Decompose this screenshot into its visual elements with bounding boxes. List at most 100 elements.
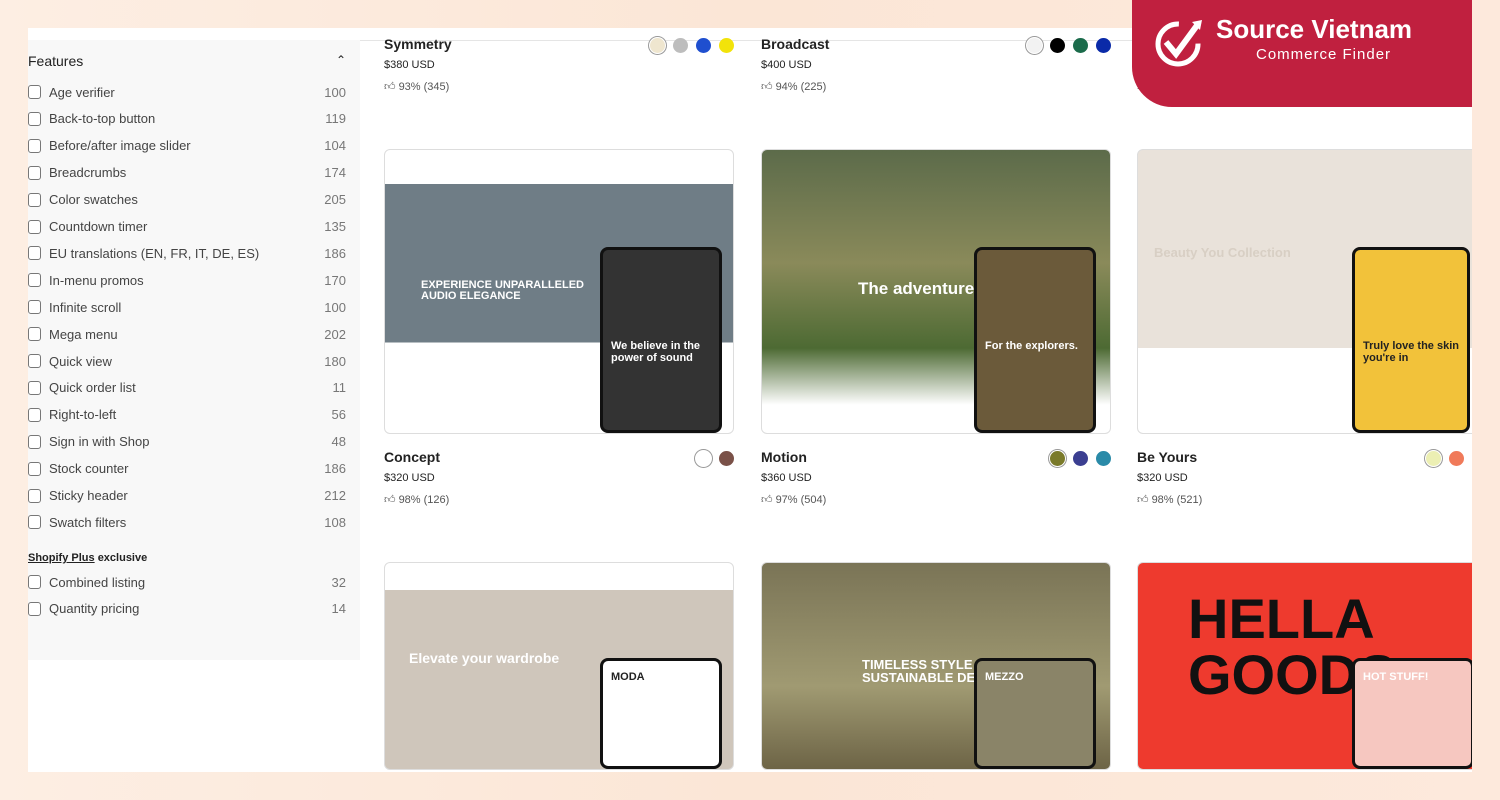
filter-option[interactable]: Sign in with Shop 48 — [28, 432, 346, 452]
filter-option[interactable]: Age verifier 100 — [28, 82, 346, 102]
checkbox[interactable] — [28, 434, 41, 449]
color-swatch[interactable] — [1096, 451, 1111, 466]
features-filter-header[interactable]: Features ⌃ — [28, 53, 348, 69]
plus-suffix: exclusive — [97, 552, 148, 564]
checkbox[interactable] — [28, 380, 41, 395]
theme-name[interactable]: Broadcast — [761, 36, 829, 52]
checkbox[interactable] — [28, 354, 41, 368]
filter-option[interactable]: Quick order list 11 — [28, 378, 346, 398]
filter-label: Right-to-left — [49, 407, 117, 423]
rating-text: 93% (345) — [398, 81, 450, 93]
theme-name[interactable]: Motion — [761, 449, 807, 465]
filter-count: 48 — [331, 434, 346, 450]
theme-preview[interactable]: The adventure For the explorers. — [761, 149, 1111, 434]
checkbox[interactable] — [28, 192, 41, 207]
checkbox[interactable] — [28, 515, 41, 530]
theme-name[interactable]: Be Yours — [1137, 449, 1197, 465]
color-swatch[interactable] — [1073, 38, 1088, 53]
filter-option[interactable]: Countdown timer 135 — [28, 217, 346, 237]
filter-count: 205 — [324, 192, 346, 208]
mobile-preview: HOT STUFF! — [1352, 658, 1472, 769]
filter-option[interactable]: Color swatches 205 — [28, 190, 346, 210]
brand-subtitle: Commerce Finder — [1256, 46, 1392, 63]
color-swatch[interactable] — [673, 38, 688, 53]
checkbox[interactable] — [28, 138, 41, 153]
theme-rating: 👍︎ 94% (225) — [761, 80, 826, 93]
filter-label: Sign in with Shop — [49, 434, 150, 450]
color-swatch[interactable] — [696, 451, 711, 466]
color-swatch[interactable] — [1050, 38, 1065, 53]
theme-price: $380 USD — [384, 59, 435, 71]
color-swatch[interactable] — [1050, 451, 1065, 466]
mobile-preview: MEZZO — [974, 658, 1096, 769]
filter-label: Breadcrumbs — [49, 165, 127, 181]
mobile-preview-text: For the explorers. — [985, 340, 1078, 352]
filter-label: Age verifier — [49, 84, 115, 100]
color-swatch[interactable] — [1096, 38, 1111, 53]
checkbox[interactable] — [28, 601, 41, 616]
theme-name[interactable]: Concept — [384, 449, 440, 465]
theme-preview[interactable]: HELLA GOODS HOT STUFF! — [1137, 562, 1472, 770]
filter-count: 186 — [324, 245, 346, 261]
checkbox[interactable] — [28, 461, 41, 476]
filter-label: EU translations (EN, FR, IT, DE, ES) — [49, 245, 260, 261]
checkbox[interactable] — [28, 219, 41, 234]
mobile-preview-text: We believe in the power of sound — [611, 340, 701, 364]
mobile-preview-text: Truly love the skin you're in — [1363, 340, 1459, 364]
checkbox[interactable] — [28, 85, 41, 99]
preview-headline: EXPERIENCE UNPARALLELED AUDIO ELEGANCE — [421, 279, 584, 302]
shopify-plus-link[interactable]: Shopify Plus — [28, 552, 95, 564]
color-swatch[interactable] — [1073, 451, 1088, 466]
filter-option[interactable]: Swatch filters 108 — [28, 512, 346, 532]
filter-option[interactable]: Sticky header 212 — [28, 486, 346, 506]
filter-label: Countdown timer — [49, 219, 148, 234]
filter-option[interactable]: In-menu promos 170 — [28, 270, 346, 290]
checkbox[interactable] — [28, 111, 41, 126]
checkbox[interactable] — [28, 300, 41, 315]
checkbox[interactable] — [28, 273, 41, 288]
filter-label: Infinite scroll — [49, 299, 122, 315]
color-swatch[interactable] — [719, 451, 734, 466]
checkbox[interactable] — [28, 246, 41, 261]
color-swatch[interactable] — [696, 38, 711, 53]
color-swatch[interactable] — [650, 38, 665, 53]
filter-option[interactable]: Before/after image slider 104 — [28, 136, 346, 156]
filter-option[interactable]: Mega menu 202 — [28, 324, 346, 344]
color-swatch[interactable] — [1027, 38, 1042, 53]
filter-count: 108 — [324, 514, 346, 530]
color-swatch[interactable] — [1426, 451, 1441, 466]
checkbox[interactable] — [28, 165, 41, 180]
filter-option[interactable]: Back-to-top button 119 — [28, 109, 346, 129]
filter-count: 212 — [324, 488, 346, 503]
filter-option[interactable]: Right-to-left 56 — [28, 405, 346, 425]
preview-headline: Beauty You Collection — [1154, 245, 1291, 260]
filter-option[interactable]: Quick view 180 — [28, 351, 346, 371]
theme-rating: 👍︎ 97% (504) — [761, 493, 826, 506]
thumbs-up-icon: 👍︎ — [1137, 494, 1149, 506]
chevron-up-icon[interactable]: ⌃ — [336, 53, 346, 69]
theme-preview[interactable]: EXPERIENCE UNPARALLELED AUDIO ELEGANCE W… — [384, 149, 734, 434]
filter-option[interactable]: Infinite scroll 100 — [28, 297, 346, 317]
filter-option[interactable]: Stock counter 186 — [28, 459, 346, 479]
filter-label: Mega menu — [49, 326, 118, 342]
filter-count: 202 — [324, 326, 346, 342]
thumbs-up-icon: 👍︎ — [761, 494, 773, 506]
color-swatch[interactable] — [719, 38, 734, 53]
filter-option[interactable]: Quantity pricing 14 — [28, 599, 346, 619]
theme-preview[interactable]: Beauty You Collection Truly love the ski… — [1137, 149, 1472, 434]
color-swatch[interactable] — [1449, 451, 1464, 466]
filter-count: 180 — [324, 353, 346, 369]
theme-preview[interactable]: Elevate your wardrobe MODA — [384, 562, 734, 770]
checkbox[interactable] — [28, 327, 41, 342]
mobile-preview-text: MEZZO — [985, 671, 1024, 683]
filter-label: Quantity pricing — [49, 601, 140, 617]
filter-option[interactable]: EU translations (EN, FR, IT, DE, ES) 186 — [28, 243, 346, 263]
filter-option[interactable]: Combined listing 32 — [28, 572, 346, 592]
checkbox[interactable] — [28, 575, 41, 589]
theme-preview[interactable]: TIMELESS STYLE SUSTAINABLE DE MEZZO — [761, 562, 1111, 770]
color-swatches — [650, 38, 734, 53]
checkbox[interactable] — [28, 407, 41, 422]
theme-name[interactable]: Symmetry — [384, 36, 452, 52]
checkbox[interactable] — [28, 488, 41, 503]
filter-option[interactable]: Breadcrumbs 174 — [28, 163, 346, 183]
